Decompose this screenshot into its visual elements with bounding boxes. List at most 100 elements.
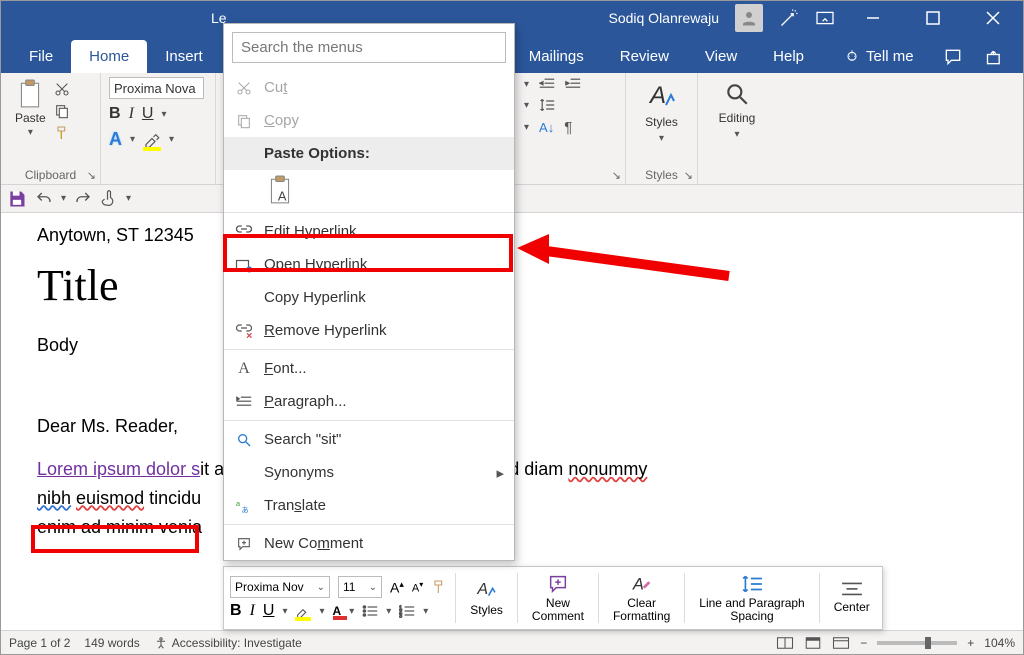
mini-underline[interactable]: U	[263, 602, 275, 620]
cut-icon[interactable]	[54, 81, 70, 97]
paste-button[interactable]: Paste ▾	[9, 77, 52, 145]
tab-file[interactable]: File	[11, 40, 71, 73]
link-icon	[234, 225, 254, 239]
underline-button[interactable]: U	[142, 105, 154, 123]
editing-button[interactable]: Editing ▾	[706, 77, 768, 144]
touch-mode-icon[interactable]	[100, 190, 118, 208]
menu-new-comment[interactable]: New Comment	[224, 527, 514, 560]
shrink-font-icon[interactable]: A▾	[412, 580, 423, 595]
document-heading: Title	[37, 260, 993, 311]
view-print-icon[interactable]	[804, 636, 822, 650]
menu-copy[interactable]: Copy	[224, 104, 514, 137]
tell-me-label: Tell me	[866, 48, 914, 65]
menu-cut[interactable]: Cut	[224, 71, 514, 104]
italic-button[interactable]: I	[129, 105, 134, 123]
minimize-button[interactable]	[851, 1, 895, 35]
body-label: Body	[37, 335, 993, 356]
status-accessibility[interactable]: Accessibility: Investigate	[154, 636, 302, 650]
menu-open-hyperlink[interactable]: Open Hyperlink	[224, 248, 514, 281]
close-button[interactable]	[971, 1, 1015, 35]
menu-search-input[interactable]: Search the menus	[232, 32, 506, 63]
format-painter-icon[interactable]	[54, 125, 70, 141]
comments-icon[interactable]	[943, 47, 963, 67]
mini-new-comment[interactable]: NewComment	[526, 573, 590, 623]
tab-review[interactable]: Review	[602, 40, 687, 73]
hyperlink-text[interactable]: Lorem ipsum dolor s	[37, 459, 200, 479]
tab-help[interactable]: Help	[755, 40, 822, 73]
format-painter-icon[interactable]	[431, 579, 447, 595]
mini-font-color-icon[interactable]: A	[333, 604, 342, 618]
mini-highlight-icon[interactable]	[295, 603, 311, 619]
svg-text:3: 3	[399, 613, 402, 618]
comment-icon	[234, 536, 254, 552]
styles-button[interactable]: A Styles ▾	[634, 77, 689, 148]
mini-font-combo[interactable]: Proxima Nov⌄	[230, 576, 330, 598]
menu-edit-hyperlink[interactable]: Edit Hyperlink...	[224, 215, 514, 248]
user-name[interactable]: Sodiq Olanrewaju	[608, 10, 719, 26]
greeting-line: Dear Ms. Reader,	[37, 416, 993, 437]
view-read-icon[interactable]	[776, 636, 794, 650]
mini-styles[interactable]: A Styles	[464, 578, 509, 617]
mini-line-spacing[interactable]: Line and ParagraphSpacing	[693, 573, 810, 623]
zoom-level[interactable]: 104%	[984, 636, 1015, 650]
text-effects-icon[interactable]: A	[109, 129, 122, 150]
tell-me[interactable]: Tell me	[834, 40, 924, 73]
paragraph-launcher-icon[interactable]: ↘	[612, 169, 621, 182]
chevron-right-icon: ▸	[496, 464, 504, 482]
redo-icon[interactable]	[74, 190, 92, 208]
user-avatar-icon[interactable]	[735, 4, 763, 32]
zoom-out[interactable]: −	[860, 636, 867, 650]
mini-toolbar: Proxima Nov⌄ 11⌄ A▴ A▾ B I U▾ ▾ A▾ ▾ 123…	[223, 566, 883, 630]
zoom-in[interactable]: +	[967, 636, 974, 650]
menu-paragraph[interactable]: Paragraph...	[224, 385, 514, 418]
undo-icon[interactable]	[35, 190, 53, 208]
highlight-icon[interactable]	[143, 131, 161, 149]
view-web-icon[interactable]	[832, 636, 850, 650]
status-words[interactable]: 149 words	[84, 636, 139, 650]
sort-icon[interactable]: A↓	[539, 120, 554, 135]
svg-text:あ: あ	[241, 505, 248, 513]
mini-clear-formatting[interactable]: A ClearFormatting	[607, 573, 676, 623]
mini-numbering-icon[interactable]: 123	[399, 604, 415, 618]
menu-remove-hyperlink[interactable]: Remove Hyperlink	[224, 314, 514, 347]
line-spacing-icon[interactable]	[539, 97, 555, 113]
mini-italic[interactable]: I	[250, 602, 255, 620]
svg-text:A: A	[476, 581, 488, 598]
tab-insert[interactable]: Insert	[147, 40, 221, 73]
clipboard-launcher-icon[interactable]: ↘	[87, 169, 96, 182]
mini-center[interactable]: Center	[828, 581, 876, 614]
menu-synonyms[interactable]: Synonyms ▸	[224, 456, 514, 489]
grow-font-icon[interactable]: A▴	[390, 579, 404, 596]
tab-mailings[interactable]: Mailings	[511, 40, 602, 73]
mini-bold[interactable]: B	[230, 602, 242, 620]
bold-button[interactable]: B	[109, 105, 121, 123]
chevron-down-icon[interactable]: ▾	[161, 109, 166, 120]
address-line: Anytown, ST 12345	[37, 225, 993, 246]
maximize-button[interactable]	[911, 1, 955, 35]
menu-font[interactable]: A Font...	[224, 352, 514, 385]
increase-indent-icon[interactable]	[565, 77, 581, 91]
styles-launcher-icon[interactable]: ↘	[684, 169, 693, 182]
wand-icon[interactable]	[779, 8, 799, 28]
menu-paste-option[interactable]: A	[224, 170, 514, 210]
svg-text:A: A	[648, 82, 666, 109]
ribbon-display-icon[interactable]	[815, 10, 835, 26]
tab-home[interactable]: Home	[71, 40, 147, 73]
menu-paste-options-header: Paste Options:	[224, 137, 514, 170]
menu-copy-hyperlink[interactable]: Copy Hyperlink	[224, 281, 514, 314]
body-paragraph-2: nibh euismod tincidu	[37, 484, 993, 513]
font-name-combo[interactable]: Proxima Nova	[109, 77, 204, 99]
remove-link-icon	[234, 323, 254, 339]
menu-search[interactable]: Search "sit"	[224, 423, 514, 456]
zoom-slider[interactable]	[877, 641, 957, 645]
decrease-indent-icon[interactable]	[539, 77, 555, 91]
copy-icon[interactable]	[54, 103, 70, 119]
mini-bullets-icon[interactable]	[362, 604, 378, 618]
tab-view[interactable]: View	[687, 40, 755, 73]
mini-size-combo[interactable]: 11⌄	[338, 576, 382, 598]
status-page[interactable]: Page 1 of 2	[9, 636, 70, 650]
show-marks-icon[interactable]: ¶	[564, 119, 572, 136]
menu-translate[interactable]: aあ Translate	[224, 489, 514, 522]
save-icon[interactable]	[7, 189, 27, 209]
share-icon[interactable]	[985, 47, 1005, 67]
